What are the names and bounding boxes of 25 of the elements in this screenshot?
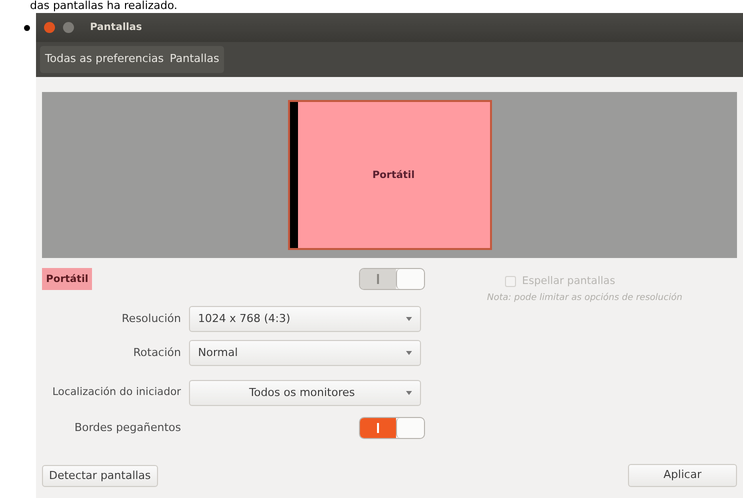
breadcrumb-button[interactable]: Pantallas xyxy=(166,48,222,71)
dropdown[interactable]: Normal xyxy=(189,340,421,366)
field-label: Bordes pegañentos xyxy=(73,420,181,436)
apply-button[interactable]: Aplicar xyxy=(628,464,737,487)
page-text: das pantallas ha realizado. xyxy=(30,0,178,12)
detect-displays-button[interactable]: Detectar pantallas xyxy=(42,465,158,487)
field-label: Resolución xyxy=(120,310,181,327)
monitor-label: Portátil xyxy=(372,168,415,182)
close-icon[interactable] xyxy=(44,22,55,33)
display-name-label: Portátil xyxy=(42,268,92,290)
dropdown-arrow-icon xyxy=(406,391,412,395)
field-label: Rotación xyxy=(132,344,181,361)
monitor-preview[interactable]: Portátil xyxy=(288,100,492,250)
field-label: Localización do iniciador xyxy=(51,385,181,400)
window-title: Pantallas xyxy=(90,21,142,35)
note-text: Nota: pode limitar as opcións de resolución xyxy=(487,292,684,305)
dropdown-arrow-icon xyxy=(406,351,412,355)
dropdown[interactable]: Todos os monitores xyxy=(189,380,421,406)
toggle-switch[interactable] xyxy=(359,417,425,439)
checkbox-label: Espellar pantallas xyxy=(522,274,616,289)
breadcrumb-button[interactable]: Todas as preferencias xyxy=(42,48,167,71)
bullet-icon xyxy=(24,25,30,31)
dropdown[interactable]: 1024 x 768 (4:3) xyxy=(189,306,421,332)
minimize-icon[interactable] xyxy=(63,22,74,33)
dropdown-arrow-icon xyxy=(406,317,412,321)
